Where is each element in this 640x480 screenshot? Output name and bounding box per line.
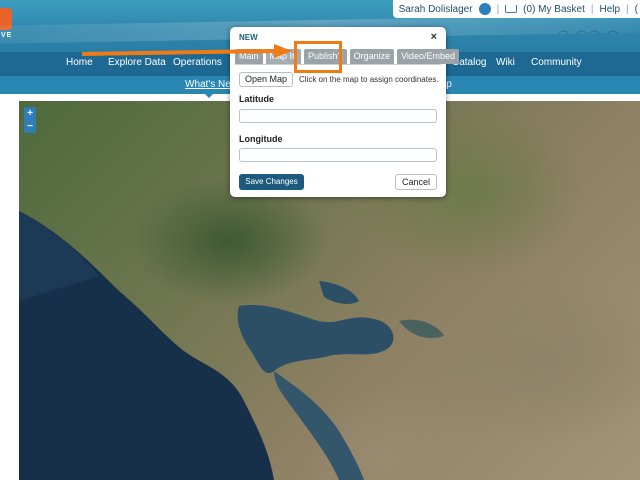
nav-item-community[interactable]: Community (531, 57, 582, 68)
birds-decoration-icon: ⌒ ⌒⌒ ⌒ (558, 31, 621, 43)
annotation-arrow-icon (82, 44, 292, 58)
user-bar: Sarah Dolislager | (0) My Basket | Help … (392, 0, 640, 18)
latitude-field[interactable] (239, 109, 437, 123)
open-map-button[interactable]: Open Map (239, 72, 293, 87)
basket-icon[interactable] (505, 5, 518, 13)
annotation-highlight-box (294, 41, 342, 73)
zoom-control: + − (24, 107, 36, 133)
nav-item-wiki[interactable]: Wiki (496, 57, 515, 68)
longitude-label: Longitude (239, 134, 283, 144)
longitude-field[interactable] (239, 148, 437, 162)
logo-icon[interactable] (0, 8, 12, 30)
latitude-label: Latitude (239, 94, 274, 104)
zoom-out-button[interactable]: − (27, 121, 33, 132)
dialog-title: NEW (239, 33, 258, 42)
map-hint-text: Click on the map to assign coordinates. (299, 75, 439, 84)
separator: | (590, 3, 594, 15)
separator: | (626, 3, 629, 15)
tab-organize[interactable]: Organize (349, 49, 395, 64)
basket-link[interactable]: (0) My Basket (523, 4, 585, 15)
tab-video-embed[interactable]: Video/Embed (397, 49, 459, 64)
close-icon[interactable]: × (431, 31, 437, 43)
gear-icon[interactable] (478, 3, 491, 15)
zoom-in-button[interactable]: + (27, 108, 33, 119)
logo-text: VE (1, 32, 13, 39)
user-name-link[interactable]: Sarah Dolislager (399, 4, 473, 15)
active-caret-icon (203, 92, 215, 98)
help-link[interactable]: Help (599, 4, 620, 15)
truncated-link[interactable]: ( (635, 4, 638, 15)
separator: | (496, 3, 500, 15)
cancel-button[interactable]: Cancel (395, 174, 437, 190)
save-changes-button[interactable]: Save Changes (239, 174, 304, 190)
